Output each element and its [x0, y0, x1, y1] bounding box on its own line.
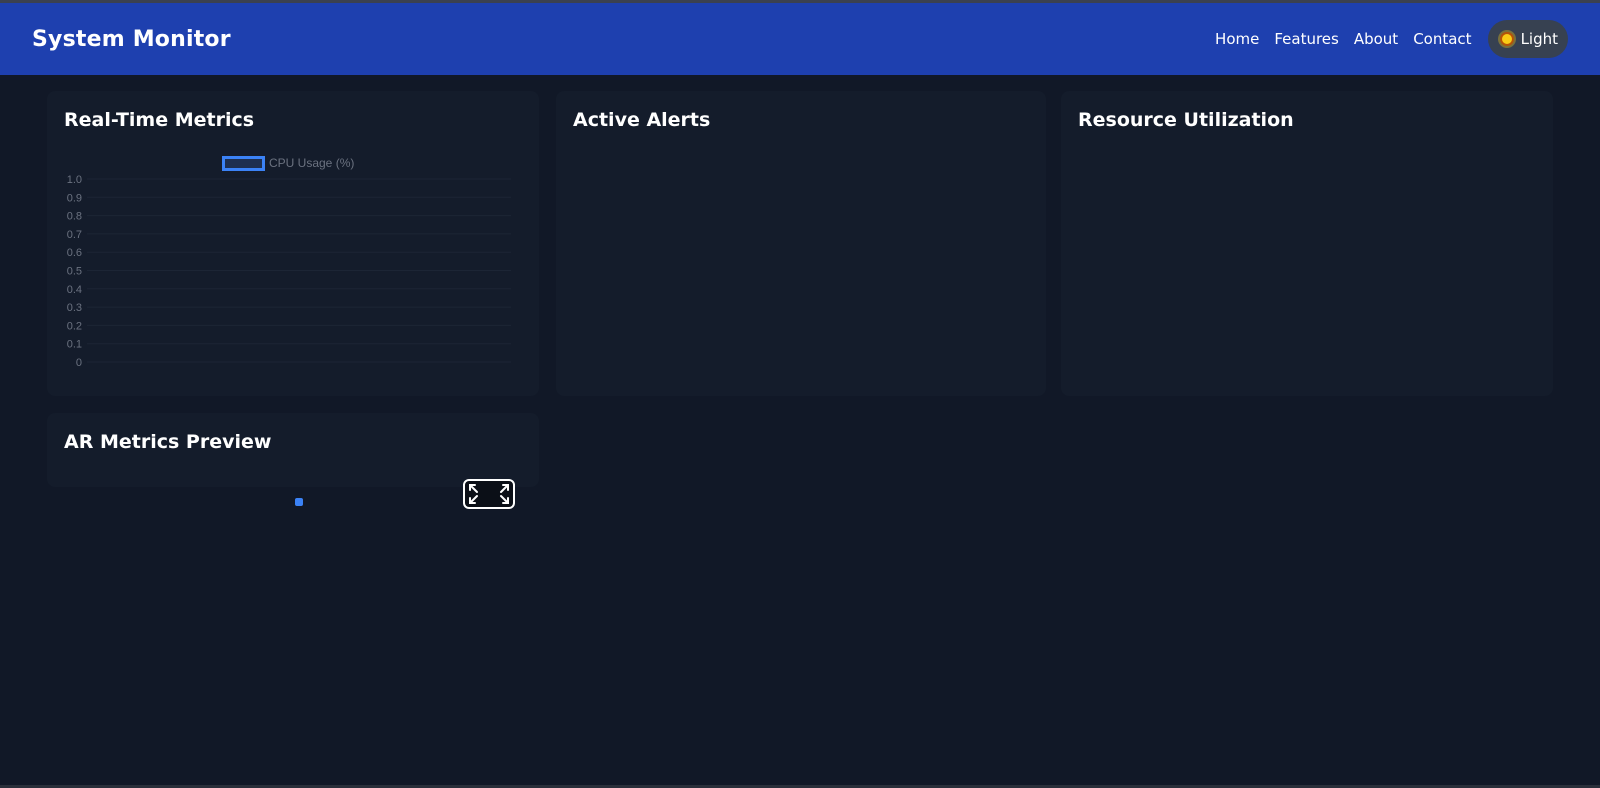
- y-tick-label: 0.8: [67, 211, 82, 223]
- legend-swatch-cpu-usage[interactable]: [222, 156, 265, 171]
- resource-utilization-title: Resource Utilization: [1078, 109, 1294, 131]
- ar-metrics-preview-card: AR Metrics Preview: [47, 413, 539, 487]
- y-tick-label: 0: [76, 357, 82, 369]
- sun-icon: [1499, 32, 1514, 46]
- nav-link-features[interactable]: Features: [1274, 30, 1339, 48]
- y-tick-label: 0.4: [67, 284, 82, 296]
- nav-link-contact[interactable]: Contact: [1413, 30, 1471, 48]
- fullscreen-button[interactable]: [463, 479, 515, 509]
- y-tick-label: 0.7: [67, 229, 82, 241]
- nav-link-about[interactable]: About: [1354, 30, 1398, 48]
- nav-link-home[interactable]: Home: [1215, 30, 1259, 48]
- navbar: System Monitor Home Features About Conta…: [0, 3, 1600, 75]
- chart-legend: CPU Usage (%): [222, 156, 354, 171]
- real-time-metrics-card: Real-Time Metrics 1.0 0.9 0.8 0.7 0.6 0.5 0.4 0…: [47, 91, 539, 396]
- y-tick-label: 0.3: [67, 302, 82, 314]
- theme-toggle-button[interactable]: Light: [1487, 20, 1568, 58]
- chart-y-axis: 1.0 0.9 0.8 0.7 0.6 0.5 0.4 0.3 0.2 0.1 0: [67, 174, 82, 369]
- app-title: System Monitor: [32, 26, 231, 52]
- nav-links: Home Features About Contact Light: [1200, 20, 1568, 58]
- expand-icon: [469, 484, 509, 504]
- y-tick-label: 0.1: [67, 339, 82, 351]
- y-tick-label: 0.5: [67, 266, 82, 278]
- y-tick-label: 0.9: [67, 192, 82, 204]
- cpu-usage-chart: 1.0 0.9 0.8 0.7 0.6 0.5 0.4 0.3 0.2 0.1 0 CPU Usag…: [67, 156, 511, 369]
- resource-utilization-card: Resource Utilization: [1061, 91, 1553, 396]
- theme-toggle-label: Light: [1520, 30, 1558, 48]
- active-alerts-title: Active Alerts: [573, 109, 711, 131]
- y-tick-label: 0.2: [67, 320, 82, 332]
- active-alerts-card: Active Alerts: [556, 91, 1046, 396]
- y-tick-label: 1.0: [67, 174, 82, 186]
- chart-grid: [87, 178, 511, 363]
- legend-label-cpu-usage: CPU Usage (%): [269, 156, 354, 170]
- ar-metrics-preview-title: AR Metrics Preview: [64, 431, 272, 453]
- ar-scene-marker: [295, 498, 303, 506]
- y-tick-label: 0.6: [67, 247, 82, 259]
